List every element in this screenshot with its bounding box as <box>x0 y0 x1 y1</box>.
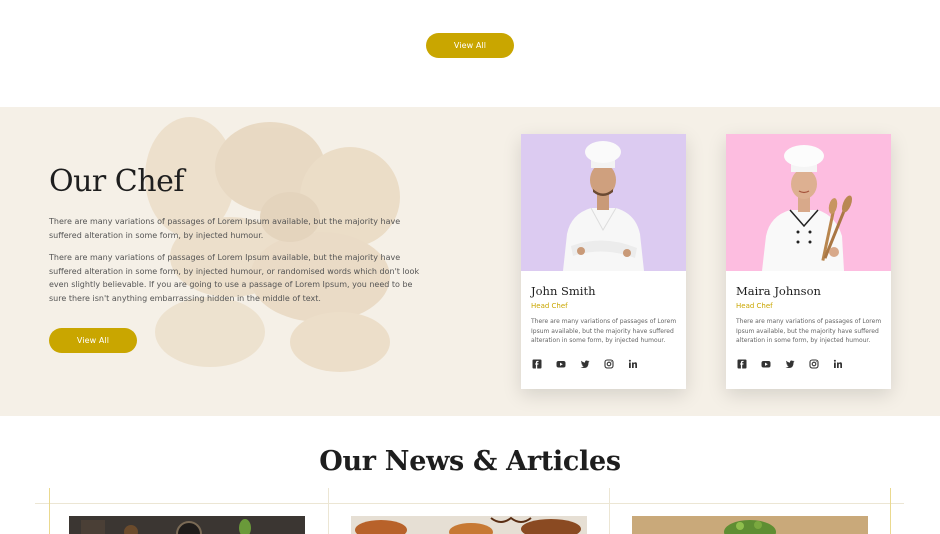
social-links <box>736 358 844 370</box>
social-links <box>531 358 639 370</box>
twitter-icon[interactable] <box>579 358 591 370</box>
chef-role: Head Chef <box>736 302 773 310</box>
chef-detail-paragraph: There are many variations of passages of… <box>49 253 420 304</box>
news-grid <box>0 488 940 534</box>
chef-card: John Smith Head Chef There are many vari… <box>521 134 686 389</box>
twitter-icon[interactable] <box>784 358 796 370</box>
youtube-icon[interactable] <box>760 358 772 370</box>
facebook-icon[interactable] <box>531 358 543 370</box>
linkedin-icon[interactable] <box>627 358 639 370</box>
chef-name: Maira Johnson <box>736 284 821 298</box>
chef-photo <box>726 134 891 271</box>
chef-description: There are many variations of passages of… <box>531 318 677 345</box>
chef-section: Our Chef There are many variations of pa… <box>0 107 940 416</box>
divider <box>35 503 904 504</box>
youtube-icon[interactable] <box>555 358 567 370</box>
linkedin-icon[interactable] <box>832 358 844 370</box>
divider <box>890 488 891 534</box>
chef-name: John Smith <box>531 284 596 298</box>
news-article-image[interactable] <box>69 516 305 534</box>
news-section-title: Our News & Articles <box>319 446 621 477</box>
chef-role: Head Chef <box>531 302 568 310</box>
instagram-icon[interactable] <box>808 358 820 370</box>
view-all-button[interactable]: View All <box>426 33 514 58</box>
news-article-image[interactable] <box>632 516 868 534</box>
chef-description: There are many variations of passages of… <box>736 318 882 345</box>
chef-section-title: Our Chef <box>49 164 184 199</box>
divider <box>328 488 329 534</box>
divider <box>49 488 50 534</box>
chef-photo <box>521 134 686 271</box>
chef-card: Maira Johnson Head Chef There are many v… <box>726 134 891 389</box>
facebook-icon[interactable] <box>736 358 748 370</box>
view-all-chefs-button[interactable]: View All <box>49 328 137 353</box>
divider <box>609 488 610 534</box>
instagram-icon[interactable] <box>603 358 615 370</box>
chef-intro-paragraph: There are many variations of passages of… <box>49 217 401 240</box>
news-article-image[interactable] <box>351 516 587 534</box>
